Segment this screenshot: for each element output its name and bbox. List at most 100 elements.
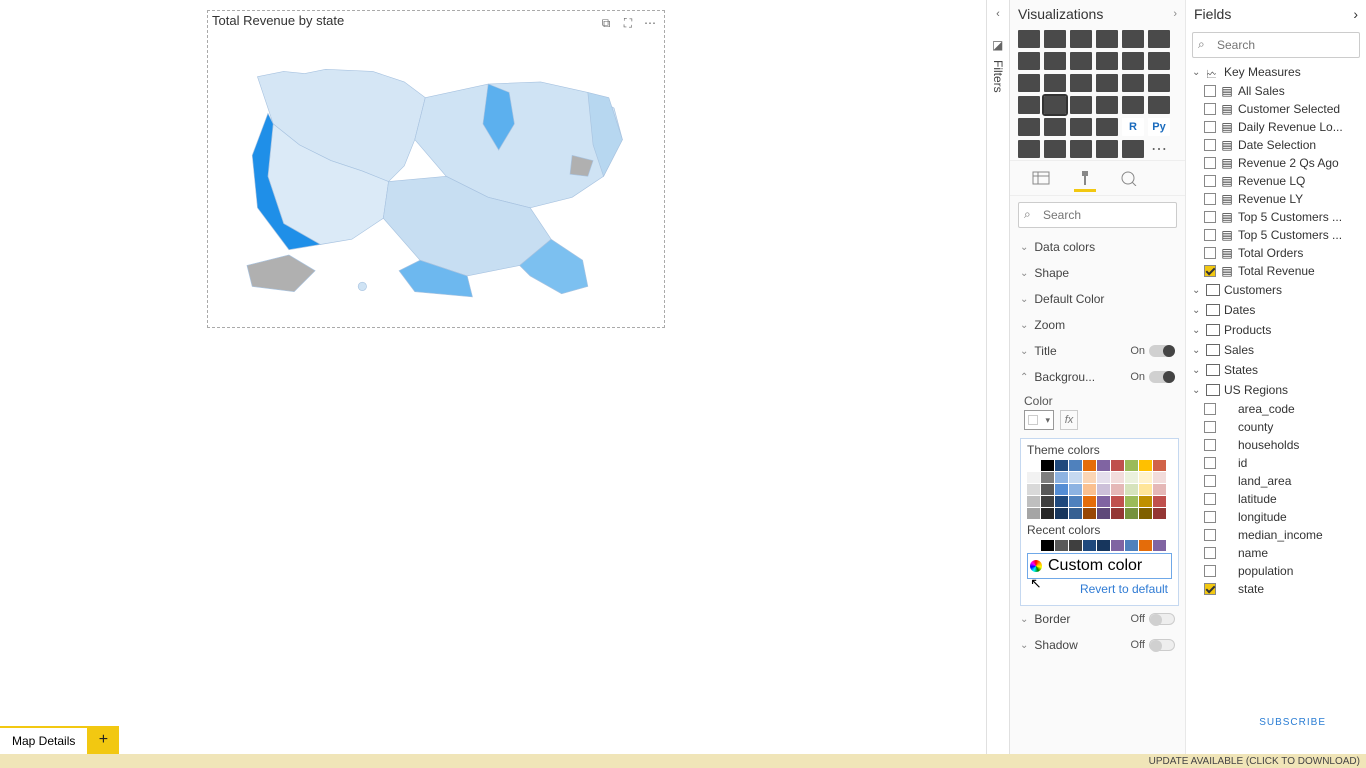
funnel-icon[interactable] <box>1044 74 1066 92</box>
table-row[interactable]: ⌄Dates <box>1186 300 1366 320</box>
clustered-column-icon[interactable] <box>1096 30 1118 48</box>
stacked-bar-icon[interactable] <box>1018 30 1040 48</box>
slicer-icon[interactable] <box>1044 118 1066 136</box>
python-visual-icon[interactable]: Py <box>1148 118 1170 136</box>
color-swatch[interactable] <box>1069 484 1082 495</box>
field-row[interactable]: ▤Top 5 Customers ... <box>1186 226 1366 244</box>
color-swatch[interactable] <box>1041 540 1054 551</box>
table-icon[interactable] <box>1070 118 1092 136</box>
data-colors-section[interactable]: ⌄Data colors <box>1010 234 1185 260</box>
color-swatch[interactable] <box>1111 508 1124 519</box>
zoom-section[interactable]: ⌄Zoom <box>1010 312 1185 338</box>
field-checkbox[interactable] <box>1204 421 1216 433</box>
field-checkbox[interactable] <box>1204 85 1216 97</box>
color-swatch[interactable] <box>1097 472 1110 483</box>
field-checkbox[interactable] <box>1204 103 1216 115</box>
treemap-icon[interactable] <box>1148 74 1170 92</box>
color-swatch[interactable] <box>1027 472 1040 483</box>
color-swatch[interactable] <box>1139 460 1152 471</box>
table-row[interactable]: ⌄Products <box>1186 320 1366 340</box>
color-swatch[interactable] <box>1139 496 1152 507</box>
color-swatch[interactable] <box>1139 540 1152 551</box>
map-visual[interactable]: Total Revenue by state ⧉ ⛶ ⋯ <box>207 10 665 328</box>
stacked-area-icon[interactable] <box>1070 52 1092 70</box>
line-stacked-column-icon[interactable] <box>1096 52 1118 70</box>
color-swatch[interactable] <box>1111 496 1124 507</box>
border-toggle[interactable]: Off <box>1131 613 1175 625</box>
title-toggle[interactable]: On <box>1130 345 1175 357</box>
field-row[interactable]: ▤Revenue LQ <box>1186 172 1366 190</box>
field-row[interactable]: population <box>1186 562 1366 580</box>
color-swatch[interactable] <box>1139 508 1152 519</box>
color-swatch[interactable] <box>1041 496 1054 507</box>
color-swatch[interactable] <box>1097 460 1110 471</box>
field-checkbox[interactable] <box>1204 139 1216 151</box>
table-row[interactable]: ⌄Sales <box>1186 340 1366 360</box>
focus-mode-icon[interactable]: ⛶ <box>620 15 636 31</box>
field-checkbox[interactable] <box>1204 265 1216 277</box>
filters-pane-collapsed[interactable]: ‹ ◪ Filters <box>986 0 1010 758</box>
color-swatch[interactable] <box>1069 508 1082 519</box>
card-icon[interactable] <box>1122 96 1144 114</box>
field-row[interactable]: ▤Revenue LY <box>1186 190 1366 208</box>
field-row[interactable]: name <box>1186 544 1366 562</box>
chevron-right-icon[interactable]: › <box>1173 8 1177 20</box>
color-swatch[interactable] <box>1083 540 1096 551</box>
color-swatch[interactable] <box>1069 540 1082 551</box>
color-swatch[interactable] <box>1027 496 1040 507</box>
color-swatch[interactable] <box>1097 540 1110 551</box>
more-options-icon[interactable]: ⋯ <box>642 15 658 31</box>
field-row[interactable]: land_area <box>1186 472 1366 490</box>
field-checkbox[interactable] <box>1204 457 1216 469</box>
color-swatch[interactable] <box>1125 472 1138 483</box>
field-row[interactable]: longitude <box>1186 508 1366 526</box>
field-row[interactable]: ▤Daily Revenue Lo... <box>1186 118 1366 136</box>
chevron-right-icon[interactable]: › <box>1353 6 1358 22</box>
filled-map-icon[interactable] <box>1044 96 1066 114</box>
background-toggle[interactable]: On <box>1130 371 1175 383</box>
map-icon[interactable] <box>1018 96 1040 114</box>
field-checkbox[interactable] <box>1204 529 1216 541</box>
filter-icon[interactable]: ⧉ <box>598 15 614 31</box>
color-swatch[interactable] <box>1111 540 1124 551</box>
field-checkbox[interactable] <box>1204 493 1216 505</box>
color-swatch[interactable] <box>1055 496 1068 507</box>
color-swatch[interactable] <box>1041 508 1054 519</box>
color-swatch[interactable] <box>1027 508 1040 519</box>
report-canvas[interactable]: Total Revenue by state ⧉ ⛶ ⋯ <box>0 0 986 758</box>
color-swatch[interactable] <box>1069 460 1082 471</box>
color-swatch[interactable] <box>1055 508 1068 519</box>
donut-icon[interactable] <box>1122 74 1144 92</box>
pie-icon[interactable] <box>1096 74 1118 92</box>
color-swatch[interactable] <box>1125 496 1138 507</box>
line-clustered-column-icon[interactable] <box>1122 52 1144 70</box>
table-row[interactable]: ⌄Customers <box>1186 280 1366 300</box>
update-available-bar[interactable]: UPDATE AVAILABLE (CLICK TO DOWNLOAD) <box>0 754 1366 768</box>
add-page-button[interactable]: + <box>87 726 119 754</box>
page-tab-map-details[interactable]: Map Details <box>0 726 87 754</box>
paginated-report-icon[interactable] <box>1096 140 1118 158</box>
arcgis-icon[interactable] <box>1122 140 1144 158</box>
field-checkbox[interactable] <box>1204 439 1216 451</box>
color-swatch[interactable] <box>1083 484 1096 495</box>
field-checkbox[interactable] <box>1204 547 1216 559</box>
field-row[interactable]: latitude <box>1186 490 1366 508</box>
field-checkbox[interactable] <box>1204 175 1216 187</box>
field-checkbox[interactable] <box>1204 583 1216 595</box>
color-swatch[interactable] <box>1097 484 1110 495</box>
shadow-toggle[interactable]: Off <box>1131 639 1175 651</box>
stacked-column-100-icon[interactable] <box>1148 30 1170 48</box>
field-row[interactable]: state <box>1186 580 1366 598</box>
field-checkbox[interactable] <box>1204 229 1216 241</box>
clustered-bar-icon[interactable] <box>1070 30 1092 48</box>
scatter-icon[interactable] <box>1070 74 1092 92</box>
color-swatch[interactable] <box>1153 496 1166 507</box>
fields-search-input[interactable] <box>1192 32 1360 58</box>
format-well-icon[interactable] <box>1072 167 1098 189</box>
color-swatch[interactable] <box>1027 484 1040 495</box>
fx-button[interactable]: fx <box>1060 410 1078 430</box>
background-section[interactable]: ⌃Backgrou...On <box>1010 364 1185 390</box>
color-swatch[interactable] <box>1125 540 1138 551</box>
color-swatch[interactable] <box>1083 460 1096 471</box>
color-swatch[interactable] <box>1083 508 1096 519</box>
